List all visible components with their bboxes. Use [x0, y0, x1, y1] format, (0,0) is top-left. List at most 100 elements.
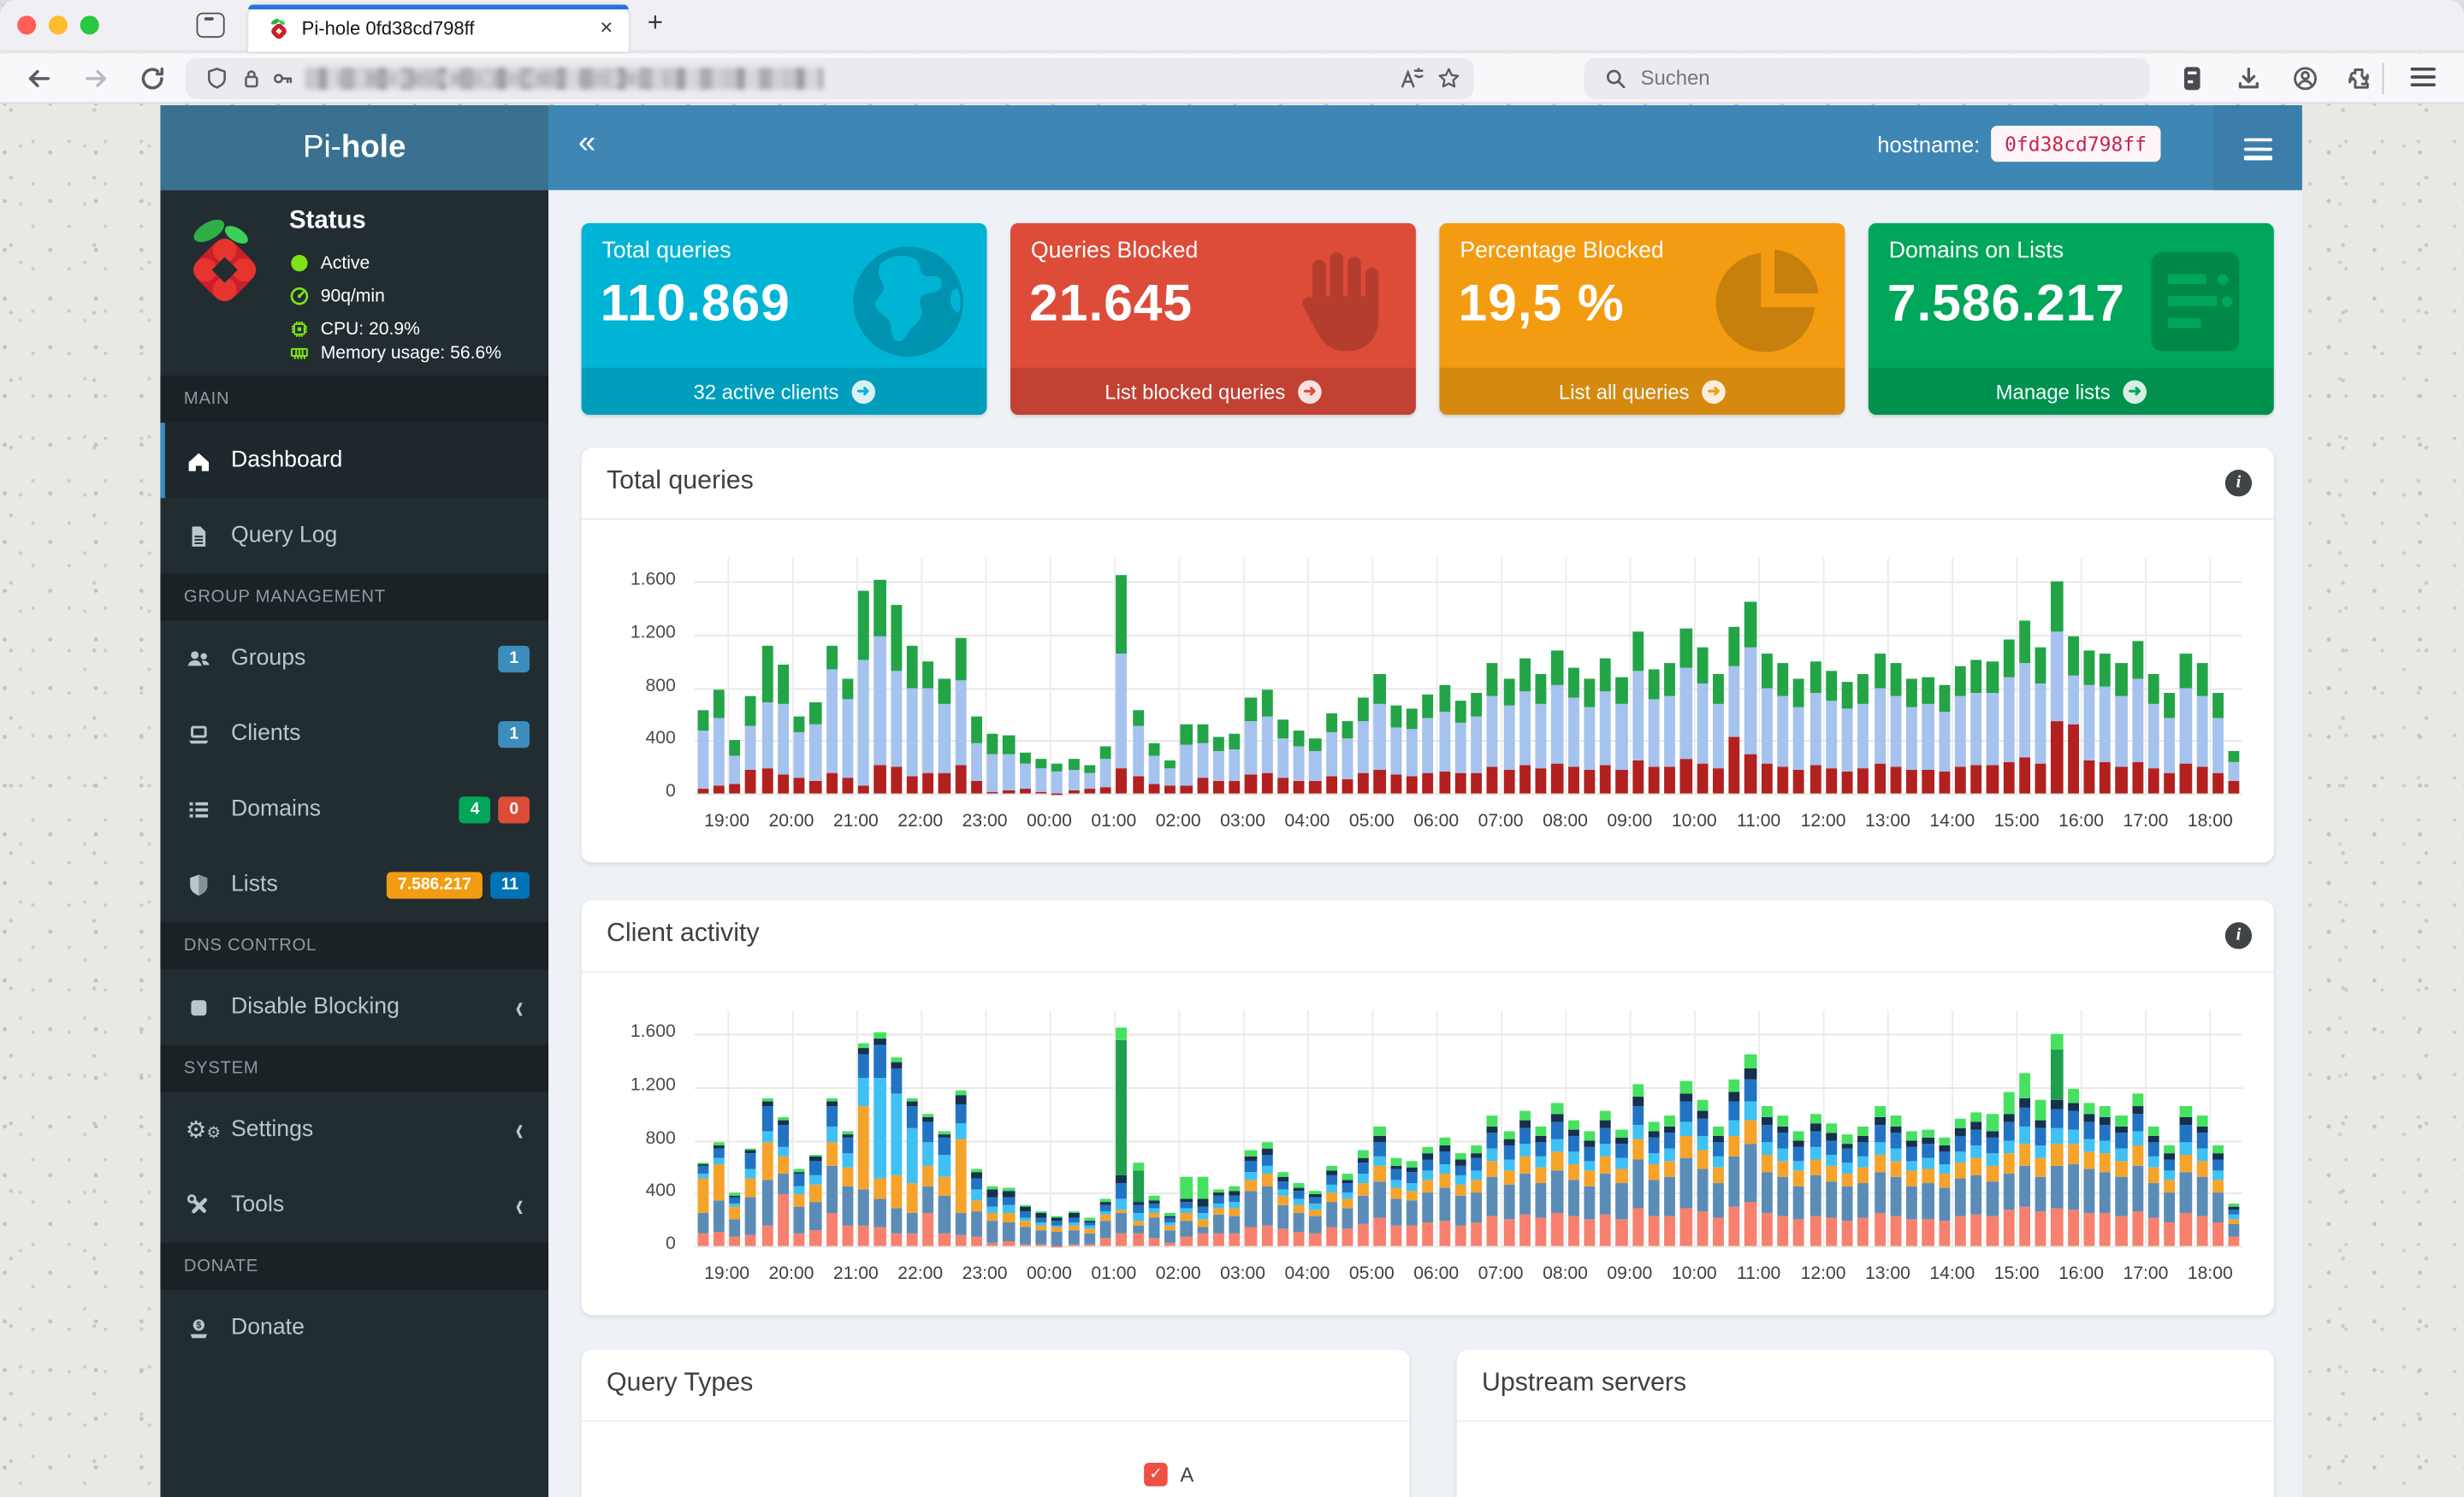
- bar-segment-forwarded[interactable]: [1277, 737, 1289, 778]
- bar-segment-client-6[interactable]: [1309, 1194, 1321, 1198]
- bar-segment-client-6[interactable]: [1374, 1135, 1386, 1142]
- bar-segment-client-1[interactable]: [922, 1212, 934, 1246]
- bar-segment-client-6[interactable]: [1970, 1121, 1982, 1130]
- bar-segment-forwarded[interactable]: [1035, 768, 1047, 793]
- bar-segment-client-4[interactable]: [1019, 1217, 1031, 1222]
- bar-segment-client-4[interactable]: [2019, 1127, 2031, 1144]
- bar-segment-cached[interactable]: [1229, 733, 1241, 750]
- bar-segment-client-3[interactable]: [1487, 1160, 1499, 1177]
- bar-segment-client-1[interactable]: [809, 1229, 821, 1246]
- bar-segment-client-6[interactable]: [1615, 1138, 1628, 1145]
- bar-segment-client-3[interactable]: [1615, 1169, 1628, 1184]
- bar-segment-forwarded[interactable]: [2196, 695, 2208, 767]
- bar-segment-client-3[interactable]: [1664, 1160, 1676, 1177]
- bar-segment-client-1[interactable]: [1083, 1244, 1096, 1246]
- bar-segment-client-7[interactable]: [1857, 1127, 1869, 1136]
- bar-segment-client-2[interactable]: [1648, 1180, 1660, 1217]
- bar-segment-client-4[interactable]: [1777, 1148, 1789, 1161]
- card-footer-link[interactable]: List all queries ➜: [1439, 367, 1845, 415]
- bar-segment-client-5[interactable]: [761, 1106, 773, 1131]
- bar-segment-forwarded[interactable]: [1954, 696, 1966, 767]
- bar-segment-cached[interactable]: [1987, 660, 1999, 693]
- bar-segment-client-7[interactable]: [1777, 1115, 1789, 1127]
- bar-segment-client-6[interactable]: [1051, 1217, 1063, 1222]
- bar-segment-forwarded[interactable]: [1212, 750, 1224, 782]
- bar-segment-client-6[interactable]: [1181, 1198, 1193, 1202]
- bar-segment-cached[interactable]: [1390, 706, 1402, 728]
- bar-segment-forwarded[interactable]: [2035, 683, 2047, 763]
- bar-segment-client-7[interactable]: [1438, 1137, 1450, 1145]
- bar-segment-forwarded[interactable]: [2083, 684, 2095, 760]
- bar-segment-client-1[interactable]: [1003, 1241, 1015, 1246]
- lock-icon[interactable]: [239, 66, 264, 91]
- bar-segment-client-2[interactable]: [1116, 1212, 1128, 1234]
- bar-segment-cached[interactable]: [1632, 631, 1644, 672]
- bar-segment-client-4[interactable]: [745, 1169, 757, 1178]
- bar-segment-client-7[interactable]: [696, 1162, 708, 1165]
- bar-segment-client-2[interactable]: [2164, 1192, 2176, 1223]
- bar-segment-cached[interactable]: [1471, 692, 1483, 717]
- bar-segment-client-1[interactable]: [696, 1234, 708, 1246]
- bar-segment-cached[interactable]: [1599, 658, 1612, 692]
- bar-segment-client-5[interactable]: [713, 1147, 725, 1159]
- bar-segment-blocked[interactable]: [1406, 776, 1419, 794]
- bar-segment-cached[interactable]: [1584, 679, 1596, 707]
- bar-segment-client-3[interactable]: [2116, 1160, 2128, 1177]
- bar-segment-client-1[interactable]: [2019, 1206, 2031, 1246]
- bar-segment-client-4[interactable]: [1857, 1156, 1869, 1168]
- bar-segment-client-7[interactable]: [1374, 1127, 1386, 1136]
- bar-segment-client-1[interactable]: [1970, 1215, 1982, 1246]
- bar-segment-client-5[interactable]: [826, 1106, 838, 1127]
- bar-segment-client-4[interactable]: [1680, 1121, 1692, 1137]
- bar-segment-client-6[interactable]: [809, 1157, 821, 1161]
- bar-segment-client-4[interactable]: [874, 1077, 886, 1179]
- bar-segment-forwarded[interactable]: [874, 636, 886, 766]
- bar-segment-blocked[interactable]: [729, 784, 741, 794]
- bar-segment-client-7[interactable]: [1342, 1174, 1353, 1180]
- bar-segment-client-6[interactable]: [1793, 1140, 1805, 1148]
- bar-segment-client-7[interactable]: [1132, 1162, 1144, 1171]
- bar-segment-client-2[interactable]: [1245, 1190, 1257, 1228]
- bar-segment-cached[interactable]: [1906, 679, 1918, 707]
- bar-segment-blocked[interactable]: [2228, 781, 2241, 794]
- bar-segment-forwarded[interactable]: [2212, 718, 2224, 772]
- bar-segment-forwarded[interactable]: [1293, 747, 1306, 781]
- info-icon[interactable]: i: [2224, 922, 2253, 950]
- url-bar[interactable]: [185, 57, 1474, 99]
- bar-segment-client-3[interactable]: [809, 1184, 821, 1202]
- bar-segment-client-5[interactable]: [1390, 1169, 1402, 1180]
- bar-segment-client-5[interactable]: [1212, 1196, 1224, 1204]
- bar-segment-client-6[interactable]: [2051, 1100, 2063, 1109]
- bar-segment-forwarded[interactable]: [986, 754, 999, 793]
- bar-segment-client-5[interactable]: [1680, 1102, 1692, 1121]
- bar-segment-blocked[interactable]: [2035, 762, 2047, 794]
- bar-segment-client-4[interactable]: [696, 1174, 708, 1179]
- bar-segment-client-1[interactable]: [842, 1226, 854, 1246]
- bar-segment-client-7[interactable]: [955, 1091, 967, 1095]
- bar-segment-cached[interactable]: [1132, 709, 1144, 726]
- bar-segment-client-3[interactable]: [1728, 1135, 1740, 1157]
- bar-segment-client-2[interactable]: [2131, 1164, 2144, 1211]
- bar-segment-client-3[interactable]: [1970, 1158, 1982, 1176]
- bar-segment-client-3[interactable]: [2196, 1160, 2208, 1177]
- bar-segment-client-2[interactable]: [1164, 1229, 1176, 1244]
- bar-segment-cached[interactable]: [2131, 641, 2144, 678]
- bar-segment-client-7[interactable]: [986, 1186, 999, 1189]
- bar-segment-client-5[interactable]: [2180, 1125, 2192, 1142]
- bar-segment-client-1[interactable]: [2035, 1212, 2047, 1246]
- bar-segment-client-2[interactable]: [1309, 1216, 1321, 1234]
- bar-segment-blocked[interactable]: [1003, 790, 1015, 794]
- bar-segment-blocked[interactable]: [777, 774, 790, 794]
- bar-segment-client-4[interactable]: [1551, 1139, 1563, 1152]
- bar-segment-forwarded[interactable]: [2180, 689, 2192, 765]
- bar-segment-client-4[interactable]: [1438, 1163, 1450, 1175]
- bar-segment-blocked[interactable]: [1938, 771, 1950, 794]
- bar-segment-client-4[interactable]: [2164, 1170, 2176, 1180]
- bar-segment-blocked[interactable]: [922, 772, 934, 794]
- bar-segment-client-7[interactable]: [1712, 1127, 1725, 1136]
- bar-segment-client-5[interactable]: [986, 1197, 999, 1207]
- bar-segment-blocked[interactable]: [1083, 789, 1096, 794]
- bar-segment-forwarded[interactable]: [1422, 718, 1434, 772]
- bar-segment-client-7[interactable]: [713, 1142, 725, 1145]
- bar-segment-client-6[interactable]: [1954, 1128, 1966, 1136]
